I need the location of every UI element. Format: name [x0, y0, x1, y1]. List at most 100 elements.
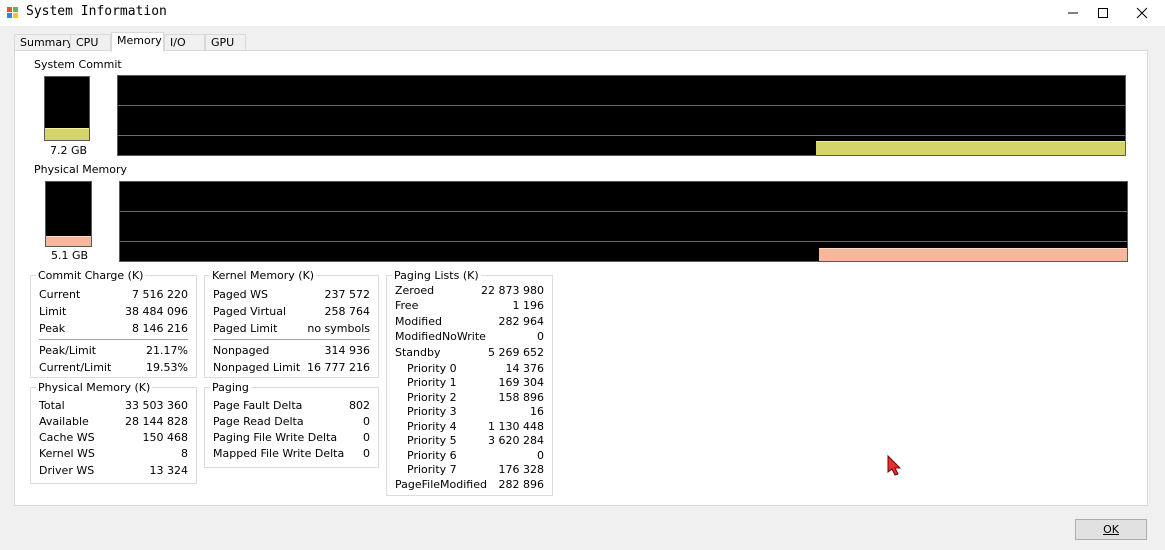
system-commit-history-graph [117, 75, 1126, 156]
row-label: Driver WS [39, 464, 95, 477]
row-label: Peak/Limit [39, 344, 97, 357]
row-value: 7 516 220 [132, 288, 188, 301]
row-value: 802 [349, 399, 370, 412]
divider [213, 339, 370, 340]
row-label: PageFileModified [395, 478, 487, 491]
list-item: Priority 5 3 620 284 [407, 434, 544, 448]
row-label: Nonpaged [213, 344, 270, 357]
kernel-memory-title: Kernel Memory (K) [210, 269, 317, 282]
row-label: Page Fault Delta [213, 399, 303, 412]
row-value: 38 484 096 [125, 305, 188, 318]
row-value: 21.17% [146, 344, 188, 357]
system-commit-value: 7.2 GB [50, 144, 88, 157]
row-value: 3 620 284 [488, 434, 544, 447]
list-item: Current/Limit 19.53% [39, 361, 188, 375]
list-item: PageFileModified 282 896 [395, 478, 544, 492]
kernel-memory-group: Kernel Memory (K) Paged WS 237 572 Paged … [204, 269, 379, 378]
list-item: Paged WS 237 572 [213, 288, 370, 302]
row-value: 1 196 [512, 299, 545, 312]
list-item: Zeroed 22 873 980 [395, 284, 544, 298]
ok-label: OK [1103, 523, 1119, 536]
row-value: 0 [537, 330, 544, 343]
tab-summary[interactable]: Summary [14, 34, 73, 50]
close-icon [1136, 7, 1148, 19]
system-commit-meter-fill [45, 128, 89, 140]
title-bar[interactable]: System Information [0, 0, 1165, 26]
row-value: 282 964 [498, 315, 545, 328]
list-item: Kernel WS 8 [39, 447, 188, 461]
row-label: Priority 2 [407, 391, 457, 404]
row-value: 14 376 [505, 362, 545, 375]
graph-gridline [118, 105, 1125, 106]
row-label: Free [395, 299, 419, 312]
list-item: Paged Virtual 258 764 [213, 305, 370, 319]
row-label: Available [39, 415, 89, 428]
tab-gpu[interactable]: GPU [205, 34, 246, 50]
row-value: 314 936 [324, 344, 371, 357]
row-label: Modified [395, 315, 442, 328]
row-value: 16 777 216 [307, 361, 370, 374]
row-label: Zeroed [395, 284, 435, 297]
ok-button[interactable]: OK [1075, 519, 1147, 540]
list-item: Priority 3 16 [407, 405, 544, 419]
paging-lists-title: Paging Lists (K) [392, 269, 481, 282]
physical-memory-history-graph [119, 181, 1128, 262]
row-label: Current/Limit [39, 361, 112, 374]
row-value: 8 146 216 [132, 322, 188, 335]
row-value: 0 [363, 431, 370, 444]
commit-charge-title: Commit Charge (K) [36, 269, 146, 282]
tab-io[interactable]: I/O [164, 34, 205, 50]
list-item: Page Fault Delta 802 [213, 399, 370, 413]
row-value: 0 [363, 447, 370, 460]
row-value: 176 328 [498, 463, 545, 476]
row-value: 19.53% [146, 361, 188, 374]
window-title: System Information [26, 4, 167, 19]
list-item: Priority 6 0 [407, 449, 544, 463]
close-button[interactable] [1119, 0, 1165, 26]
row-value: 22 873 980 [481, 284, 544, 297]
list-item: Cache WS 150 468 [39, 431, 188, 445]
row-value: 282 896 [498, 478, 545, 491]
list-item: Priority 0 14 376 [407, 362, 544, 376]
row-label: Priority 4 [407, 420, 457, 433]
row-label: Paged Limit [213, 322, 278, 335]
memory-panel: System Commit 7.2 GB Physical Memory 5.1… [14, 50, 1148, 506]
row-label: Priority 3 [407, 405, 457, 418]
paging-lists-group: Paging Lists (K) Zeroed 22 873 980 Free 1 … [386, 269, 553, 496]
physical-memory-history-fill [819, 248, 1127, 261]
mouse-cursor-icon [887, 454, 902, 476]
row-value: 258 764 [324, 305, 371, 318]
minimize-icon [1068, 12, 1078, 14]
tab-memory[interactable]: Memory [111, 32, 164, 52]
row-value: 1 130 448 [488, 420, 544, 433]
tab-cpu[interactable]: CPU [70, 34, 111, 50]
row-value: 158 896 [498, 391, 545, 404]
row-label: Kernel WS [39, 447, 95, 460]
system-commit-meter [44, 76, 90, 141]
divider [39, 339, 188, 340]
graph-gridline [120, 241, 1127, 242]
app-icon [7, 7, 18, 18]
row-value: 5 269 652 [488, 346, 544, 359]
row-label: Limit [39, 305, 67, 318]
graph-gridline [120, 211, 1127, 212]
row-label: Priority 7 [407, 463, 457, 476]
row-label: Mapped File Write Delta [213, 447, 345, 460]
list-item: Modified 282 964 [395, 315, 544, 329]
row-label: Page Read Delta [213, 415, 304, 428]
list-item: Peak 8 146 216 [39, 322, 188, 336]
list-item: Total 33 503 360 [39, 399, 188, 413]
row-label: Paging File Write Delta [213, 431, 338, 444]
row-value: 16 [530, 405, 544, 418]
graph-gridline [118, 135, 1125, 136]
list-item: Priority 1 169 304 [407, 376, 544, 390]
list-item: Priority 7 176 328 [407, 463, 544, 477]
list-item: Priority 4 1 130 448 [407, 420, 544, 434]
physical-memory-meter [45, 181, 92, 247]
row-value: 8 [181, 447, 188, 460]
commit-charge-group: Commit Charge (K) Current 7 516 220 Limit… [30, 269, 197, 378]
physical-memory-k-group: Physical Memory (K) Total 33 503 360 Avai… [30, 381, 197, 484]
row-label: Priority 1 [407, 376, 457, 389]
row-value: 28 144 828 [125, 415, 188, 428]
row-label: ModifiedNoWrite [395, 330, 486, 343]
